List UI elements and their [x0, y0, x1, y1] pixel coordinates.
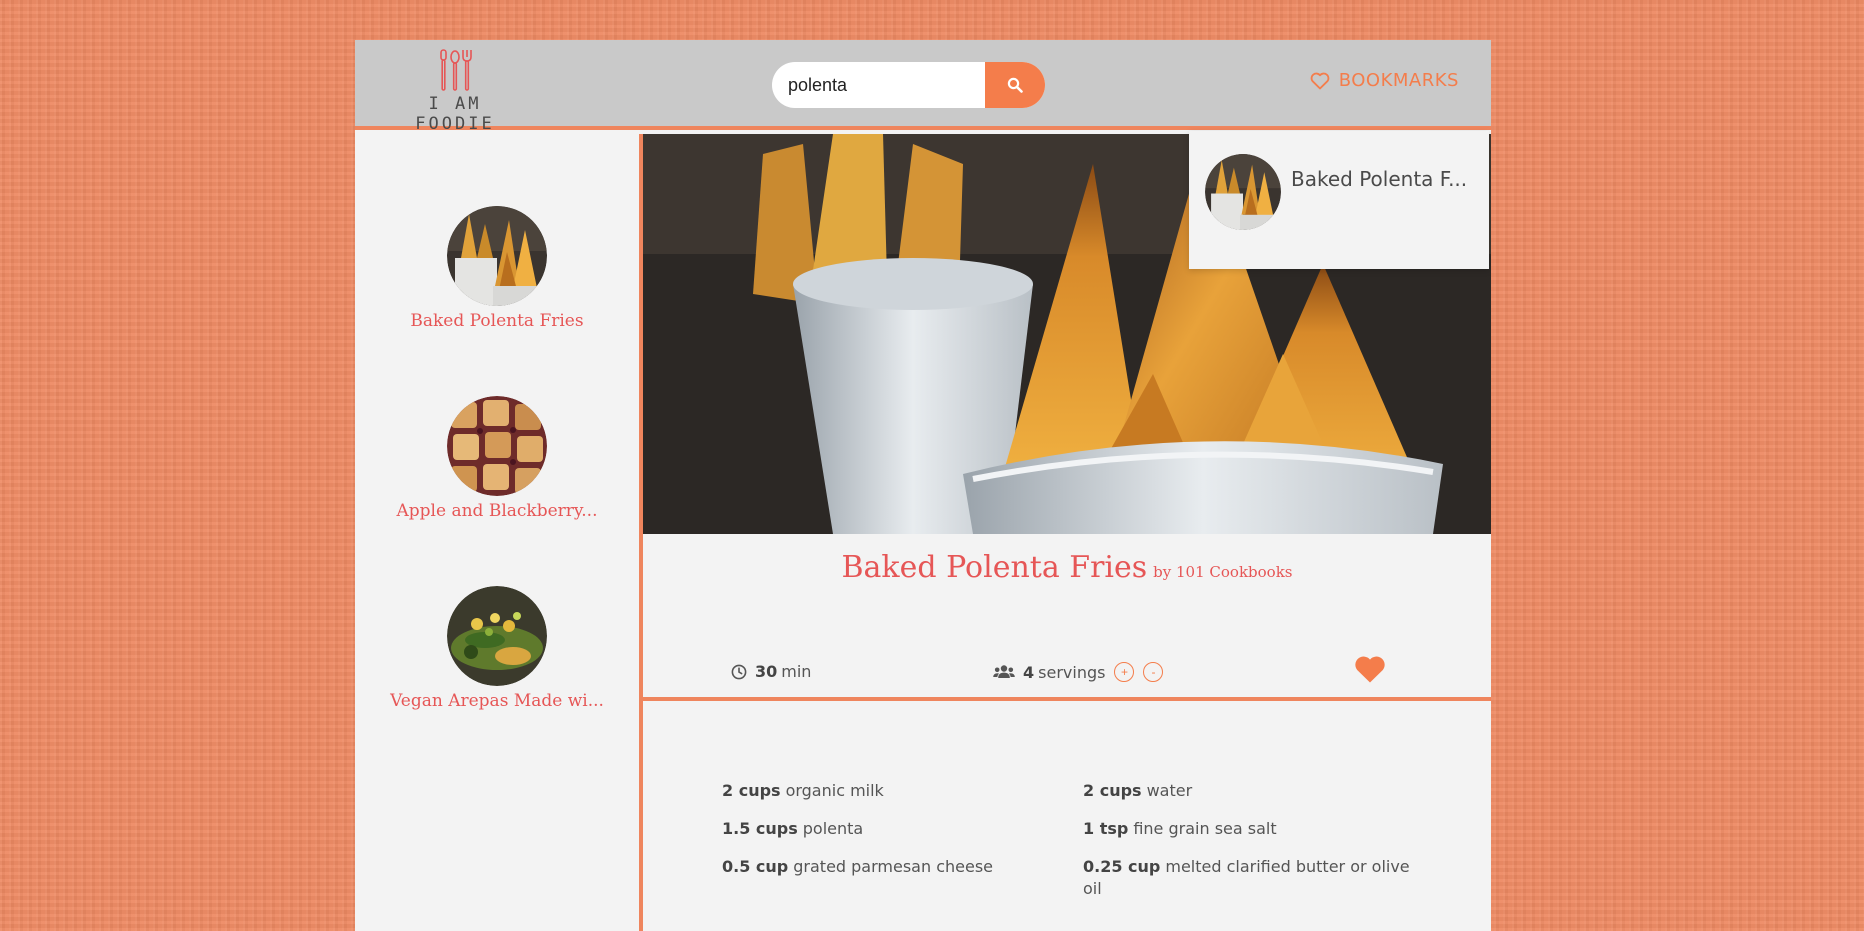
bookmarks-panel[interactable]: Baked Polenta F...: [1189, 131, 1489, 269]
result-item[interactable]: Apple and Blackberry...: [355, 396, 639, 521]
users-icon: [993, 665, 1015, 678]
logo-text: I AM FOODIE: [415, 94, 495, 134]
result-item[interactable]: Vegan Arepas Made wi...: [355, 586, 639, 711]
recipe-publisher: by 101 Cookbooks: [1153, 563, 1293, 581]
search-icon: [1007, 77, 1023, 93]
result-item[interactable]: Baked Polenta Fries: [355, 206, 639, 331]
decrease-servings-button[interactable]: -: [1143, 662, 1164, 682]
bookmark-title: Baked Polenta F...: [1291, 167, 1468, 191]
cooking-time: 30 min: [731, 662, 811, 681]
result-title: Baked Polenta Fries: [410, 311, 584, 331]
ingredient-item: 0.5 cup grated parmesan cheese: [722, 856, 1022, 878]
ingredient-item: 2 cups water: [1083, 780, 1423, 802]
clock-icon: [731, 664, 747, 679]
ingredient-item: 2 cups organic milk: [722, 780, 1022, 802]
app-container: I AM FOODIE BOOKMARKS: [355, 40, 1491, 931]
ingredient-name: water: [1146, 781, 1193, 800]
heart-filled-icon: [1355, 656, 1385, 683]
ingredient-qty: 0.25 cup: [1083, 857, 1161, 876]
result-title: Apple and Blackberry...: [396, 501, 598, 521]
bookmark-thumbnail: [1205, 154, 1281, 230]
servings-unit: servings: [1038, 662, 1106, 682]
ingredient-qty: 2 cups: [1083, 781, 1142, 800]
servings-value: 4: [1023, 662, 1035, 682]
increase-servings-button[interactable]: +: [1114, 662, 1135, 682]
ingredient-name: grated parmesan cheese: [793, 857, 994, 876]
ingredients-list: 2 cups organic milk 2 cups water 1.5 cups p…: [643, 701, 1491, 931]
bookmarks-button[interactable]: BOOKMARKS: [1310, 70, 1459, 91]
ingredient-name: polenta: [802, 819, 864, 838]
recipe-info: 30 min 4 servings + -: [643, 656, 1491, 688]
ingredient-name: fine grain sea salt: [1133, 819, 1277, 838]
time-unit: min: [781, 662, 812, 681]
ingredient-qty: 2 cups: [722, 781, 781, 800]
recipe-title: Baked Polenta Fries: [841, 550, 1148, 585]
search-button[interactable]: [985, 62, 1045, 108]
ingredient-item: 0.25 cup melted clarified butter or olive…: [1083, 856, 1423, 900]
search-input[interactable]: [772, 62, 979, 108]
cutlery-icon: [440, 49, 472, 91]
results-sidebar: Baked Polenta Fries Apple and Blackberry…: [355, 134, 639, 931]
header: I AM FOODIE BOOKMARKS: [355, 40, 1491, 134]
recipe-heading: Baked Polenta Fries by 101 Cookbooks: [643, 550, 1491, 585]
search-form: [772, 62, 1045, 108]
heart-outline-icon: [1310, 72, 1330, 89]
ingredient-item: 1.5 cups polenta: [722, 818, 1022, 840]
result-thumbnail: [447, 586, 547, 686]
bookmarks-label: BOOKMARKS: [1338, 70, 1459, 91]
logo[interactable]: I AM FOODIE: [385, 48, 525, 134]
time-value: 30: [755, 662, 778, 681]
ingredient-qty: 1.5 cups: [722, 819, 798, 838]
servings: 4 servings + -: [993, 662, 1164, 682]
ingredient-name: organic milk: [785, 781, 884, 800]
ingredient-qty: 0.5 cup: [722, 857, 789, 876]
ingredient-item: 1 tsp fine grain sea salt: [1083, 818, 1423, 840]
ingredient-qty: 1 tsp: [1083, 819, 1129, 838]
bookmark-recipe-button[interactable]: [1353, 654, 1387, 688]
result-thumbnail: [447, 206, 547, 306]
result-thumbnail: [447, 396, 547, 496]
result-title: Vegan Arepas Made wi...: [390, 691, 604, 711]
